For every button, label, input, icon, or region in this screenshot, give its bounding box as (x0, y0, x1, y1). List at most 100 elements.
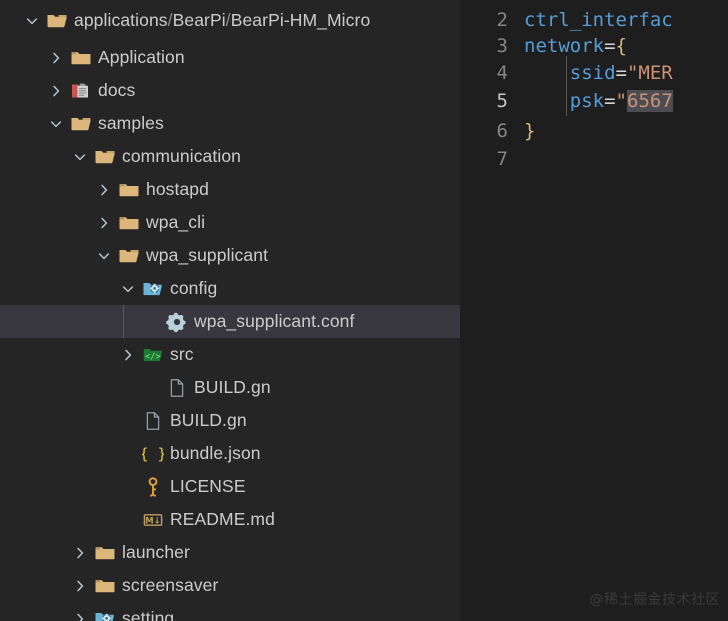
src-folder-icon: </> (142, 344, 164, 366)
line-number: 5 (496, 90, 508, 112)
code-line[interactable]: 5 psk="6567 (460, 84, 728, 118)
tree-row-label: bundle.json (170, 443, 261, 463)
tree-row-wpa_supplicant[interactable]: wpa_supplicant (0, 239, 460, 272)
selected-text: 6567 (627, 90, 673, 112)
folder-open-icon (94, 146, 116, 168)
code-token: " (615, 90, 627, 112)
code-token: ssid (569, 62, 616, 84)
svg-text:{ }: { } (142, 445, 164, 463)
tree-row-wpa_supplicant-conf[interactable]: wpa_supplicant.conf (0, 305, 460, 338)
tree-row-build-gn-outer[interactable]: BUILD.gn (0, 404, 460, 437)
chevron-right-icon[interactable] (72, 578, 88, 594)
tree-row-application[interactable]: Application (0, 41, 460, 74)
tree-row-label: src (170, 344, 194, 364)
tree-row-communication[interactable]: communication (0, 140, 460, 173)
chevron-right-icon[interactable] (72, 545, 88, 561)
chevron-right-icon[interactable] (96, 215, 112, 231)
tree-row-samples[interactable]: samples (0, 107, 460, 140)
indent-guide (123, 305, 124, 338)
folder-open-icon (70, 113, 92, 135)
code-token: = (604, 90, 616, 112)
tree-row-label: wpa_supplicant.conf (194, 311, 355, 331)
chevron-right-icon[interactable] (48, 83, 64, 99)
folder-open-icon (118, 245, 140, 267)
code-token: ctrl_interfac (524, 9, 673, 31)
tree-row-label: LICENSE (170, 476, 246, 496)
tree-row-license[interactable]: LICENSE (0, 470, 460, 503)
tree-row-hostapd[interactable]: hostapd (0, 173, 460, 206)
chevron-right-icon[interactable] (72, 611, 88, 621)
file-icon (166, 377, 188, 399)
folder-icon (94, 542, 116, 564)
chevron-down-icon[interactable] (72, 149, 88, 165)
docs-folder-icon (70, 80, 92, 102)
tree-row-label: BUILD.gn (194, 377, 271, 397)
tree-row-docs[interactable]: docs (0, 74, 460, 107)
tree-row-label: hostapd (146, 179, 209, 199)
tree-row-label-segment: BearPi (172, 10, 226, 30)
vscode-window: applications/BearPi/BearPi-HM_Micro Appli… (0, 0, 728, 621)
tree-row-label: launcher (122, 542, 190, 562)
code-token: = (604, 35, 616, 57)
tree-row-label-segment: BearPi-HM_Micro (230, 10, 371, 30)
folder-icon (118, 212, 140, 234)
svg-text:</>: </> (145, 352, 161, 362)
key-icon (142, 476, 164, 498)
chevron-down-icon[interactable] (96, 248, 112, 264)
chevron-down-icon[interactable] (120, 281, 136, 297)
chevron-right-icon[interactable] (96, 182, 112, 198)
code-line[interactable]: 7 (460, 142, 728, 176)
tree-row-label: samples (98, 113, 164, 133)
tree-row-config[interactable]: config (0, 272, 460, 305)
folder-icon (70, 47, 92, 69)
folder-icon (118, 179, 140, 201)
tree-row-label: applications/BearPi/BearPi-HM_Micro (74, 4, 370, 37)
tree-row-wpa_cli[interactable]: wpa_cli (0, 206, 460, 239)
tree-row-setting[interactable]: setting (0, 602, 460, 621)
line-number: 7 (496, 148, 508, 170)
tree-row-label: screensaver (122, 575, 219, 595)
watermark-text: @稀土掘金技术社区 (589, 592, 720, 608)
tree-row-label-main: applications (74, 10, 168, 30)
tree-row-label: docs (98, 80, 136, 100)
tree-row-launcher[interactable]: launcher (0, 536, 460, 569)
tree-row-readme-md[interactable]: M↓ README.md (0, 503, 460, 536)
file-icon (142, 410, 164, 432)
tree-row-screensaver[interactable]: screensaver (0, 569, 460, 602)
tree-row-label: README.md (170, 509, 275, 529)
tree-row-label: wpa_cli (146, 212, 206, 232)
tree-row-bundle-json[interactable]: { } bundle.json (0, 437, 460, 470)
code-token: } (524, 120, 536, 142)
tree-row-applications-bearpi[interactable]: applications/BearPi/BearPi-HM_Micro (0, 4, 460, 37)
tree-row-label: config (170, 278, 218, 298)
chevron-right-icon[interactable] (48, 50, 64, 66)
tree-row-label: wpa_supplicant (146, 245, 269, 265)
folder-icon (94, 575, 116, 597)
config-folder-icon (142, 278, 164, 300)
svg-text:M↓: M↓ (145, 516, 161, 526)
tree-row-src[interactable]: </> src (0, 338, 460, 371)
chevron-down-icon[interactable] (48, 116, 64, 132)
chevron-right-icon[interactable] (120, 347, 136, 363)
code-token: psk (569, 90, 605, 112)
code-token: network (524, 35, 605, 57)
json-braces-icon: { } (142, 443, 164, 465)
code-token: = (615, 62, 627, 84)
chevron-down-icon[interactable] (24, 13, 40, 29)
tree-row-label: setting (122, 608, 175, 621)
tree-row-label: Application (98, 47, 185, 67)
config-folder-icon (94, 608, 116, 621)
tree-row-build-gn-inner[interactable]: BUILD.gn (0, 371, 460, 404)
code-token: { (615, 35, 627, 57)
tree-row-label: communication (122, 146, 241, 166)
markdown-icon: M↓ (142, 509, 164, 531)
code-editor[interactable]: 2 ctrl_interfac 3 network={4 ssid="MER 5 psk… (460, 0, 728, 621)
code-line-text[interactable]: psk="6567 (524, 84, 673, 118)
tree-row-label: BUILD.gn (170, 410, 247, 430)
code-token: "MER (626, 62, 673, 84)
folder-open-icon (46, 10, 68, 32)
gear-icon (166, 311, 188, 333)
file-explorer-tree[interactable]: applications/BearPi/BearPi-HM_Micro Appli… (0, 0, 460, 621)
